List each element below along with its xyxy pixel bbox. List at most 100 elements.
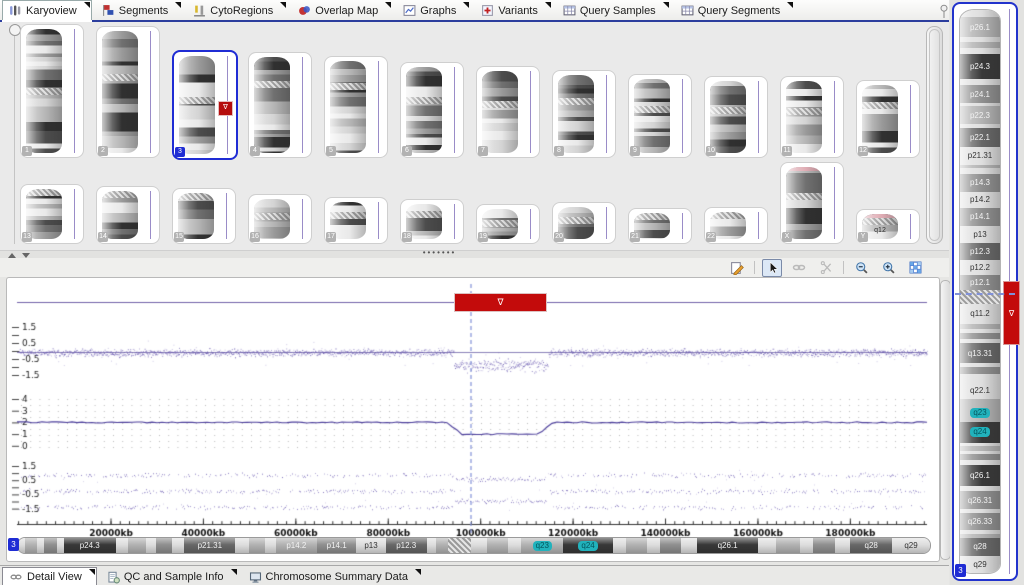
sidebar-band-q28[interactable]: q28	[960, 538, 1000, 555]
sidebar-band-p14.2[interactable]: p14.2	[960, 192, 1000, 209]
sidebar-band-p14.1[interactable]: p14.1	[960, 208, 1000, 225]
sidebar-band-p21.31[interactable]: p21.31	[960, 147, 1000, 165]
tab-menu-arrow[interactable]	[385, 2, 391, 8]
link-icon[interactable]	[789, 259, 809, 277]
sidebar-band-q29[interactable]: q29	[960, 556, 1000, 573]
ideogram-band-p12.3[interactable]: p12.3	[386, 538, 427, 553]
annotate-icon[interactable]	[727, 259, 747, 277]
ideogram-band[interactable]	[613, 538, 626, 553]
tab-menu-arrow[interactable]	[415, 569, 421, 575]
ideogram-band[interactable]	[25, 538, 37, 553]
tab-menu-arrow[interactable]	[463, 2, 469, 8]
karyotype-panel[interactable]: 123∇45678910111213141516171819202122Xq12…	[0, 22, 949, 250]
sidebar-band-p26.1[interactable]: p26.1	[960, 17, 1000, 37]
tab-menu-arrow[interactable]	[787, 2, 793, 8]
grid-icon[interactable]	[905, 259, 925, 277]
chromosome-card-14[interactable]: 14	[96, 186, 160, 244]
chromosome-card-21[interactable]: 21	[628, 208, 692, 244]
chromosome-card-20[interactable]: 20	[552, 202, 616, 244]
sidebar-band-p14.3[interactable]: p14.3	[960, 174, 1000, 191]
ideogram-band[interactable]	[436, 538, 448, 553]
ideogram-band[interactable]	[681, 538, 697, 553]
tab-menu-arrow[interactable]	[89, 569, 95, 575]
chromosome-card-6[interactable]: 6	[400, 62, 464, 158]
sidebar-chromosome-card[interactable]: p26.1p24.3p24.1p22.3p22.1p21.31p14.3p14.…	[952, 2, 1018, 581]
chromosome-card-8[interactable]: 8	[552, 70, 616, 158]
sidebar-chromosome-ideogram[interactable]: p26.1p24.3p24.1p22.3p22.1p21.31p14.3p14.…	[959, 9, 1001, 574]
ideogram-band-q24[interactable]: q24	[563, 538, 612, 553]
zoom-in-icon[interactable]	[878, 259, 898, 277]
selected-segment-flag[interactable]: ∇	[218, 101, 233, 116]
chromosome-card-12[interactable]: 12	[856, 80, 920, 158]
ideogram-band[interactable]	[249, 538, 265, 553]
sidebar-band-p12.2[interactable]: p12.2	[960, 260, 1000, 275]
tab-query-samples[interactable]: Query Samples	[556, 0, 671, 20]
ideogram-band[interactable]	[44, 538, 56, 553]
chromosome-card-2[interactable]: 2	[96, 26, 160, 158]
sidebar-band-p22.1[interactable]: p22.1	[960, 128, 1000, 147]
ideogram-band[interactable]	[172, 538, 184, 553]
sidebar-band-q26.31[interactable]: q26.31	[960, 491, 1000, 509]
ideogram-band-p13[interactable]: p13	[356, 538, 385, 553]
chromosome-card-19[interactable]: 19	[476, 204, 540, 244]
chromosome-ideogram-horizontal[interactable]: p24.3p21.31p14.2p14.1p13p12.3q23q24q26.1…	[17, 537, 931, 554]
tab-variants[interactable]: Variants	[474, 0, 553, 20]
ideogram-band[interactable]	[427, 538, 436, 553]
ideogram-band[interactable]	[265, 538, 276, 553]
ideogram-band-p24.3[interactable]: p24.3	[64, 538, 116, 553]
chromosome-card-5[interactable]: 5	[324, 56, 388, 158]
chromosome-card-11[interactable]: 11	[780, 76, 844, 158]
ideogram-band[interactable]	[156, 538, 172, 553]
ideogram-band[interactable]	[835, 538, 851, 553]
chromosome-card-X[interactable]: X	[780, 162, 844, 244]
ideogram-band[interactable]	[448, 538, 471, 553]
sidebar-deletion-segment[interactable]: ∇	[1003, 281, 1020, 345]
ideogram-band[interactable]	[37, 538, 44, 553]
chromosome-card-1[interactable]: 1	[20, 24, 84, 158]
ideogram-band[interactable]	[800, 538, 813, 553]
tab-menu-arrow[interactable]	[663, 2, 669, 8]
ideogram-band-q23[interactable]: q23	[521, 538, 563, 553]
tab-menu-arrow[interactable]	[84, 2, 90, 8]
ideogram-band[interactable]	[647, 538, 660, 553]
sidebar-band-p12.3[interactable]: p12.3	[960, 243, 1000, 260]
ideogram-band[interactable]	[758, 538, 777, 553]
tab-karyoview[interactable]: Karyoview	[2, 0, 92, 20]
chromosome-card-7[interactable]: 7	[476, 66, 540, 158]
chromosome-card-3[interactable]: 3∇	[172, 50, 238, 160]
ideogram-band[interactable]	[471, 538, 487, 553]
tab-cytoregions[interactable]: CytoRegions	[186, 0, 288, 20]
sidebar-band-p24.1[interactable]: p24.1	[960, 85, 1000, 103]
tab-menu-arrow[interactable]	[175, 2, 181, 8]
chromosome-card-18[interactable]: 18	[400, 199, 464, 244]
tab-segments[interactable]: Segments	[95, 0, 184, 20]
chromosome-card-Y[interactable]: q12Y	[856, 209, 920, 244]
tab-graphs[interactable]: Graphs	[396, 0, 471, 20]
tab-query-segments[interactable]: Query Segments	[674, 0, 796, 20]
ideogram-band-q26.1[interactable]: q26.1	[697, 538, 758, 553]
ideogram-band[interactable]	[776, 538, 800, 553]
ideogram-band[interactable]	[128, 538, 146, 553]
deletion-segment-bar[interactable]: ∇	[454, 293, 547, 312]
zoom-out-icon[interactable]	[851, 259, 871, 277]
sidebar-band-q22.1[interactable]: q22.1	[960, 381, 1000, 399]
tab-menu-arrow[interactable]	[280, 2, 286, 8]
ideogram-band-q29[interactable]: q29	[892, 538, 930, 553]
chromosome-card-22[interactable]: 22	[704, 207, 768, 244]
sidebar-band-p24.3[interactable]: p24.3	[960, 54, 1000, 80]
tab-detail-view[interactable]: Detail View	[2, 567, 97, 585]
ideogram-band-p21.31[interactable]: p21.31	[184, 538, 235, 553]
sidebar-band-q11.2[interactable]: q11.2	[960, 304, 1000, 324]
tab-menu-arrow[interactable]	[231, 569, 237, 575]
ideogram-band[interactable]	[660, 538, 681, 553]
sidebar-band-p13[interactable]: p13	[960, 226, 1000, 243]
ideogram-band[interactable]	[813, 538, 834, 553]
ideogram-band-p14.1[interactable]: p14.1	[317, 538, 356, 553]
ideogram-band[interactable]	[487, 538, 508, 553]
ideogram-band-q28[interactable]: q28	[850, 538, 892, 553]
sidebar-band-p12.1[interactable]: p12.1	[960, 275, 1000, 290]
sidebar-band[interactable]	[960, 367, 1000, 374]
chromosome-card-13[interactable]: 13	[20, 184, 84, 244]
ideogram-band[interactable]	[626, 538, 647, 553]
detail-view-panel[interactable]: ∇ p24.3p21.31p14.2p14.1p13p12.3q23q24q26…	[6, 277, 940, 562]
